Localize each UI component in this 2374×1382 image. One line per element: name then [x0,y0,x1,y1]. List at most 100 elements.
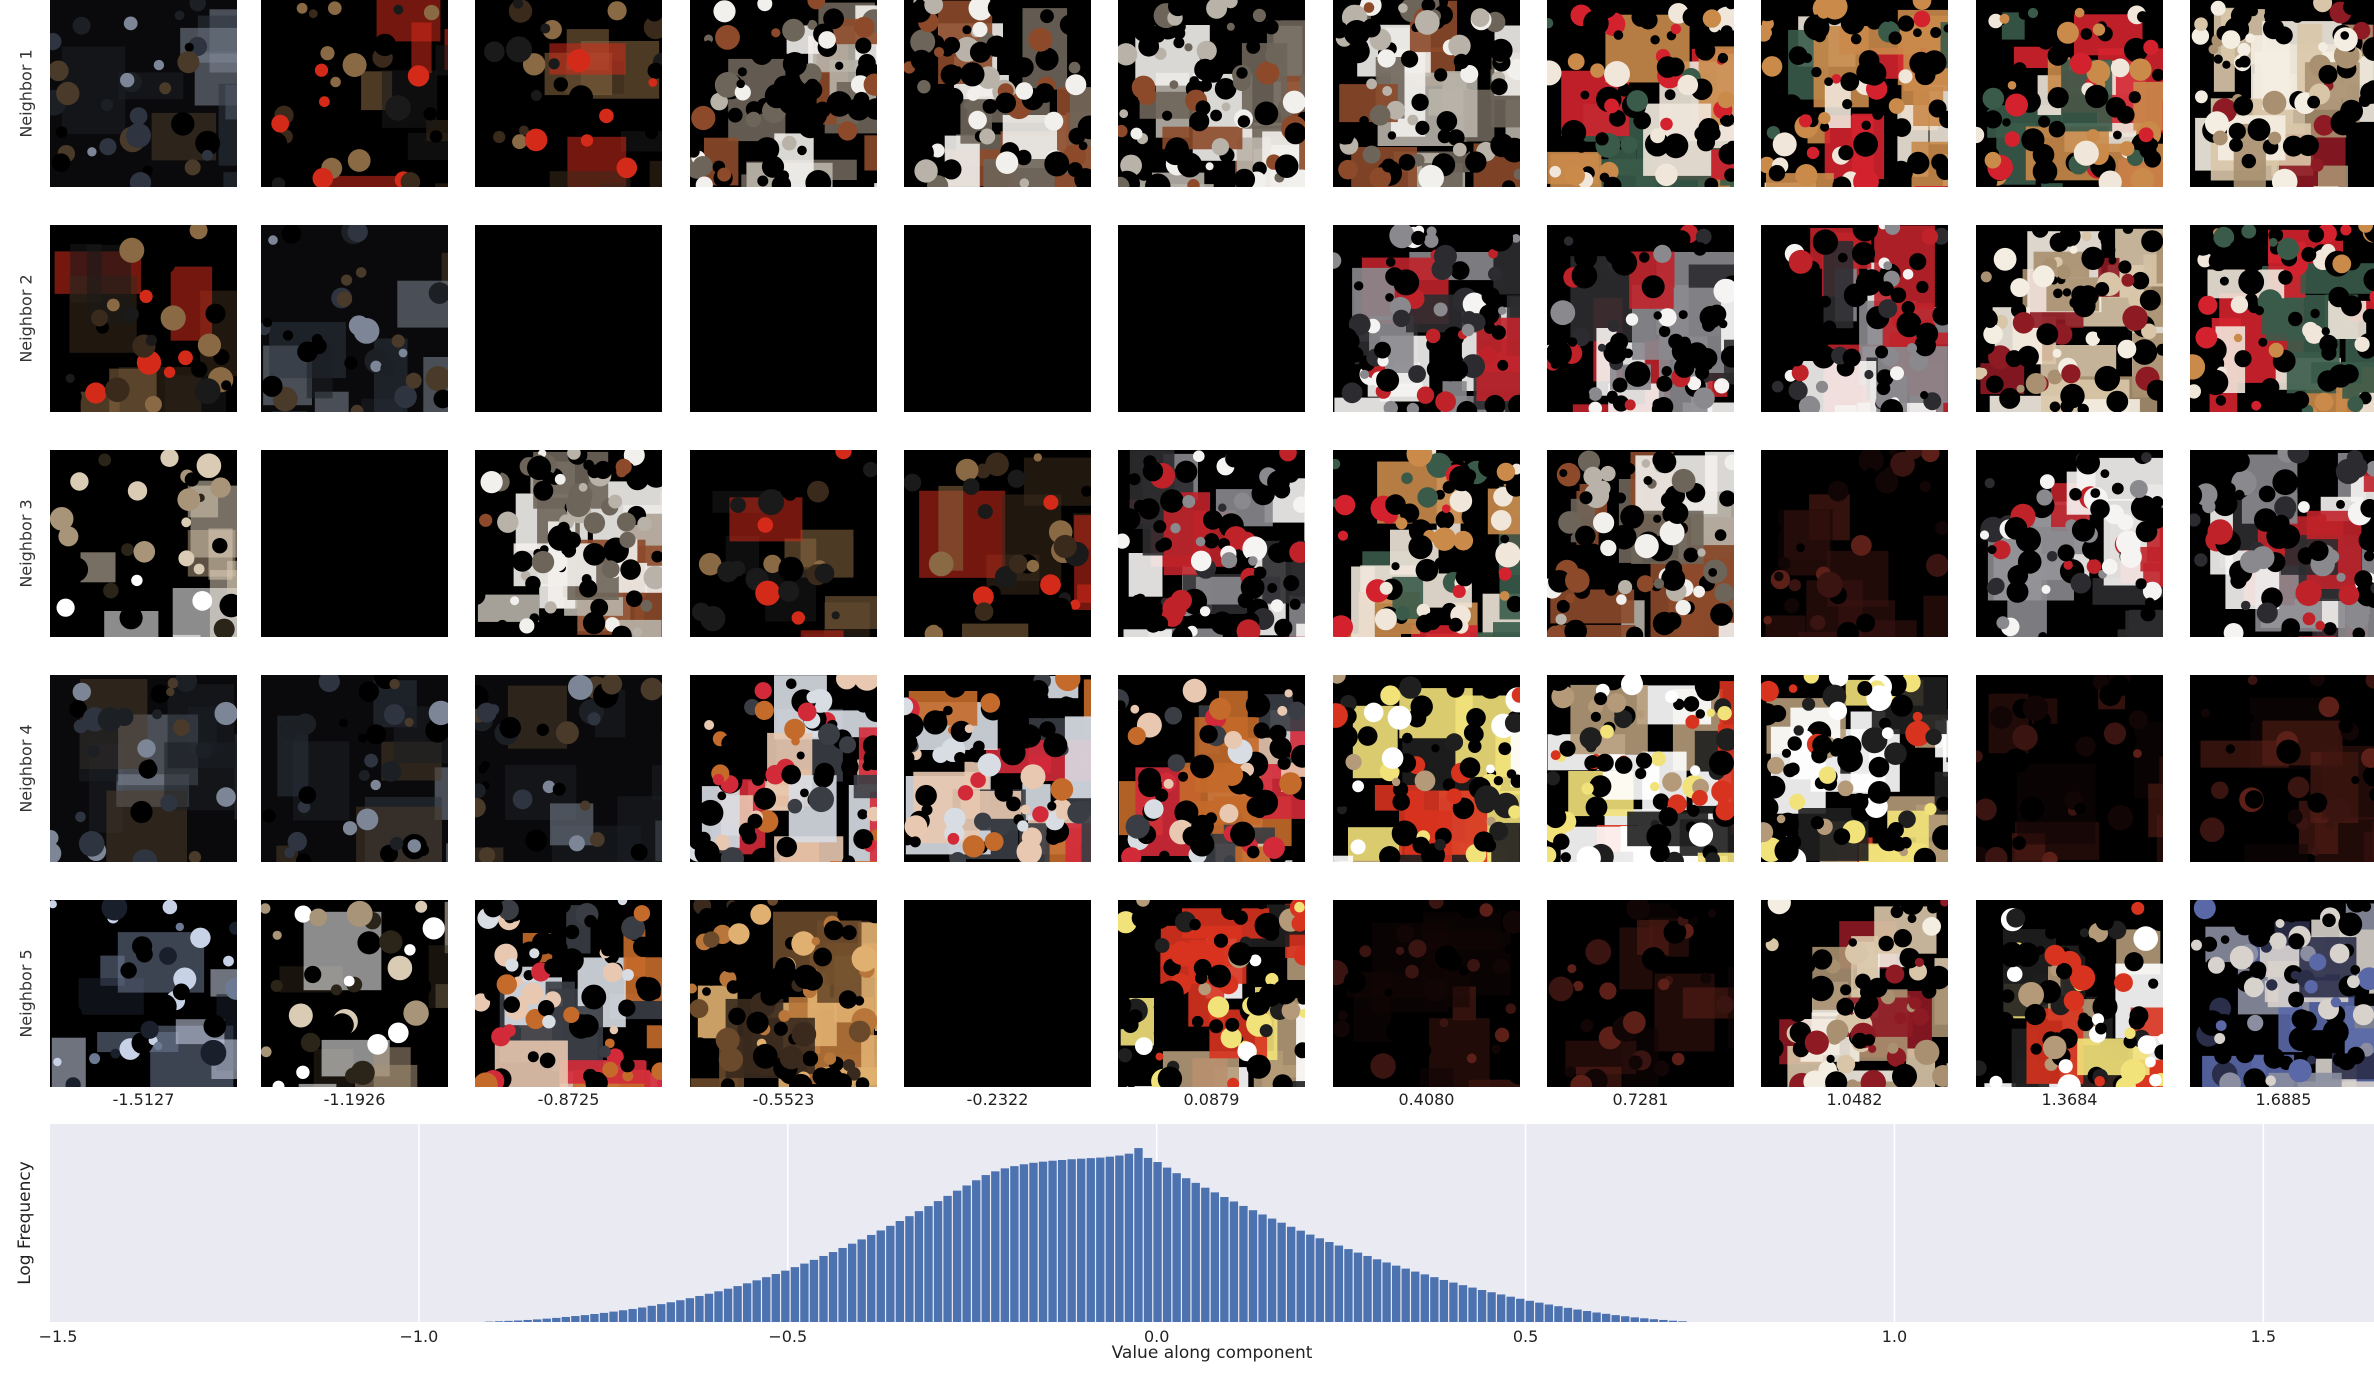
histogram-bar [657,1304,666,1322]
histogram-bar [943,1195,952,1322]
masked-image-spaniel [475,450,662,637]
masked-image-terrier-sign [1976,0,2163,187]
masked-image-red-speckle [2190,0,2374,187]
histogram-bar [1296,1230,1305,1322]
histogram-bar [1430,1277,1439,1322]
masked-image-dark-eyes [904,450,1091,637]
neighbor-image-tile [475,900,662,1087]
neighbor-image-tile [690,900,877,1087]
histogram-bar [1449,1282,1458,1322]
column-value-label: 0.7281 [1612,1090,1669,1109]
masked-image-dark-scene [50,675,237,862]
histogram-bar [1172,1173,1181,1322]
histogram-bar [1153,1162,1162,1322]
histogram-bar [1458,1285,1468,1322]
masked-image-dark-scene [261,675,448,862]
masked-image-people [904,675,1091,862]
masked-image-toy-bag [1976,900,2163,1087]
histogram-bar [590,1314,599,1322]
histogram-bar [1621,1316,1630,1322]
masked-image-poodles [1333,225,1520,412]
histogram-bar [1592,1312,1601,1322]
neighbor-image-tile [904,450,1091,637]
masked-image-spaniel [1118,0,1305,187]
histogram-bar [790,1267,800,1322]
histogram-bar [676,1300,685,1322]
histogram-bar [1248,1210,1258,1322]
neighbor-image-tile [1333,0,1520,187]
histogram-bar [781,1270,790,1322]
histogram-bar [742,1283,752,1322]
histogram-bar [1229,1201,1239,1322]
masked-image-spaniel [1547,450,1734,637]
histogram-bar [857,1239,866,1322]
masked-image-dark-eyes [475,0,662,187]
histogram-bar [809,1259,819,1322]
histogram-bar [1678,1321,1687,1322]
neighbor-image-tile [904,675,1091,862]
histogram-bar [1554,1306,1563,1322]
neighbor-image-tile [1976,900,2163,1087]
histogram-bar [1057,1159,1067,1322]
column-value-label: 1.0482 [1826,1090,1883,1109]
histogram-bar [819,1255,828,1322]
histogram-bar [1382,1262,1391,1322]
histogram-bar [1029,1162,1038,1322]
neighbor-image-tile [1333,225,1520,412]
masked-image-terrier-sign [1547,0,1734,187]
histogram-bar [1191,1182,1200,1322]
histogram-bar [1258,1214,1267,1322]
neighbor-image-tile [690,0,877,187]
neighbor-image-tile [1333,450,1520,637]
masked-image-black [690,225,877,412]
masked-image-terrier-sign [2190,225,2374,412]
y-axis-label: Log Frequency [15,1161,35,1285]
masked-image-spaniel [1333,0,1520,187]
histogram-bar [933,1201,943,1322]
masked-image-dark-eyes [690,450,877,637]
histogram-bar [914,1211,924,1322]
neighbor-image-tile [2190,675,2374,862]
masked-image-toy-bag [1333,675,1520,862]
histogram-bar [647,1305,656,1322]
histogram-bar [666,1302,675,1322]
histogram-bar [952,1190,962,1322]
masked-image-toy-bag [1118,900,1305,1087]
histogram-bar [867,1234,876,1322]
histogram-bar [599,1312,609,1322]
neighbor-image-tile [1547,0,1734,187]
histogram-bar [1067,1159,1076,1322]
histogram-bar [924,1206,933,1322]
histogram-bar [714,1291,723,1322]
neighbor-image-tile [1761,900,1948,1087]
histogram-bar [723,1288,733,1322]
masked-image-poodles [1118,450,1305,637]
histogram-bar [1525,1300,1534,1322]
neighbor-image-tile [690,450,877,637]
histogram-bar [1162,1167,1172,1322]
masked-image-red-speckle [1761,900,1948,1087]
histogram-bar [886,1225,895,1322]
histogram-bar [1077,1158,1086,1322]
column-value-label: -0.8725 [537,1090,600,1109]
histogram-bar [828,1252,838,1322]
histogram-bar [685,1298,695,1322]
histogram-bar [580,1315,590,1322]
masked-image-toy-bag [1761,675,1948,862]
histogram-bar [561,1316,570,1322]
histogram-bar [1611,1315,1620,1322]
x-tick-label: 1.5 [2251,1327,2276,1346]
neighbor-image-tile [261,225,448,412]
histogram-bar [1334,1245,1344,1322]
histogram-bar [1143,1157,1153,1322]
neighbor-image-tile [2190,0,2374,187]
neighbor-image-tile [1118,900,1305,1087]
x-tick-label: −1.0 [399,1327,438,1346]
histogram-bar [1506,1296,1515,1322]
histogram-bar [523,1319,532,1322]
histogram-bar [1220,1197,1229,1322]
neighbor-image-tile [1118,675,1305,862]
histogram-bar [1582,1311,1592,1322]
neighbor-image-tile [1976,450,2163,637]
neighbor-image-tile [50,225,237,412]
